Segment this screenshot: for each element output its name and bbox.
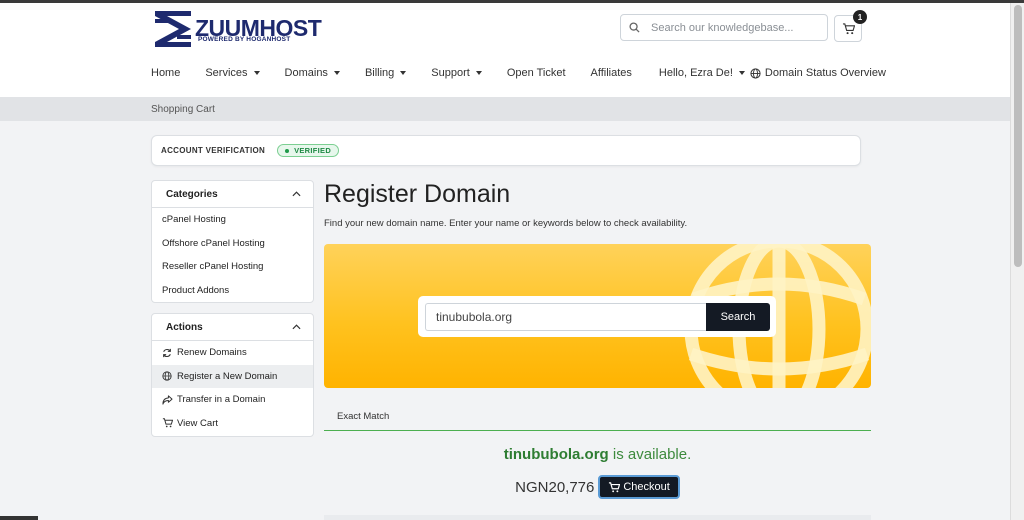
page-title: Register Domain [324, 180, 511, 208]
main-navigation: Home Services Domains Billing Support Op… [151, 63, 886, 83]
categories-panel-header[interactable]: Categories [152, 181, 313, 208]
domain-search-button[interactable]: Search [706, 302, 770, 331]
category-item-product-addons[interactable]: Product Addons [152, 279, 313, 303]
chevron-down-icon [253, 71, 260, 75]
action-view-cart[interactable]: View Cart [152, 412, 313, 436]
verification-label: ACCOUNT VERIFICATION [161, 146, 266, 155]
nav-services[interactable]: Services [205, 67, 260, 79]
verified-badge: VERIFIED [277, 144, 340, 157]
action-register-new-domain[interactable]: Register a New Domain [152, 364, 313, 388]
category-item-reseller-cpanel-hosting[interactable]: Reseller cPanel Hosting [152, 255, 313, 279]
page-subtitle: Find your new domain name. Enter your na… [324, 218, 688, 229]
nav-open-ticket[interactable]: Open Ticket [507, 67, 566, 79]
results-tabs: Exact Match [324, 404, 871, 431]
vertical-scrollbar[interactable] [1010, 3, 1024, 520]
domain-search-box: Search [418, 296, 776, 337]
chevron-up-icon [292, 324, 301, 330]
available-domain-name: tinububola.org [503, 446, 609, 463]
nav-domains[interactable]: Domains [285, 67, 340, 79]
status-dot-icon [285, 148, 290, 153]
tab-exact-match[interactable]: Exact Match [337, 411, 389, 422]
share-arrow-icon [162, 395, 177, 405]
nav-home[interactable]: Home [151, 67, 180, 79]
knowledgebase-search[interactable] [620, 14, 828, 41]
nav-support[interactable]: Support [431, 67, 482, 79]
cart-icon [162, 418, 177, 428]
category-item-cpanel-hosting[interactable]: cPanel Hosting [152, 208, 313, 232]
logo-mark-icon [155, 11, 191, 47]
actions-panel-header[interactable]: Actions [152, 314, 313, 341]
nav-domain-status[interactable]: Domain Status Overview [750, 67, 886, 79]
site-header: ZUUMHOST POWERED BY HOGANHOST 1 Home Ser… [0, 3, 1010, 97]
chevron-down-icon [400, 71, 407, 75]
results-panel-edge [324, 515, 871, 520]
brand-tagline: POWERED BY HOGANHOST [198, 36, 291, 43]
nav-affiliates[interactable]: Affiliates [591, 67, 632, 79]
site-logo[interactable]: ZUUMHOST POWERED BY HOGANHOST [155, 11, 322, 49]
nav-billing[interactable]: Billing [365, 67, 407, 79]
chevron-up-icon [292, 191, 301, 197]
categories-panel: Categories cPanel Hosting Offshore cPane… [151, 180, 314, 303]
domain-search-input[interactable] [425, 302, 706, 331]
globe-icon [750, 67, 761, 79]
actions-panel: Actions Renew Domains Register a New Dom… [151, 313, 314, 437]
knowledgebase-search-input[interactable] [647, 21, 827, 34]
domain-price: NGN20,776 [515, 478, 595, 496]
globe-icon [162, 371, 177, 381]
scrollbar-thumb[interactable] [1014, 5, 1022, 267]
refresh-icon [162, 348, 177, 358]
search-icon [621, 22, 647, 33]
availability-text: is available. [608, 446, 692, 463]
cart-icon [842, 22, 855, 34]
chevron-down-icon [333, 71, 340, 75]
availability-message: tinububola.org is available. [324, 446, 871, 463]
window-edge [0, 516, 38, 520]
chevron-down-icon [738, 71, 745, 75]
action-renew-domains[interactable]: Renew Domains [152, 341, 313, 365]
breadcrumb-current: Shopping Cart [151, 104, 215, 115]
chevron-down-icon [475, 71, 482, 75]
action-transfer-domain[interactable]: Transfer in a Domain [152, 388, 313, 412]
breadcrumb: Shopping Cart [0, 97, 1010, 121]
cart-icon [609, 481, 621, 492]
account-verification-card: ACCOUNT VERIFICATION VERIFIED [151, 135, 861, 166]
checkout-button[interactable]: Checkout [598, 475, 680, 499]
browser-viewport: ZUUMHOST POWERED BY HOGANHOST 1 Home Ser… [0, 3, 1010, 520]
cart-count-badge: 1 [853, 10, 867, 24]
nav-account-menu[interactable]: Hello, Ezra De! [659, 67, 745, 79]
domain-search-hero: Search [324, 244, 871, 388]
category-item-offshore-cpanel-hosting[interactable]: Offshore cPanel Hosting [152, 232, 313, 256]
price-row: NGN20,776 Checkout [324, 475, 871, 499]
